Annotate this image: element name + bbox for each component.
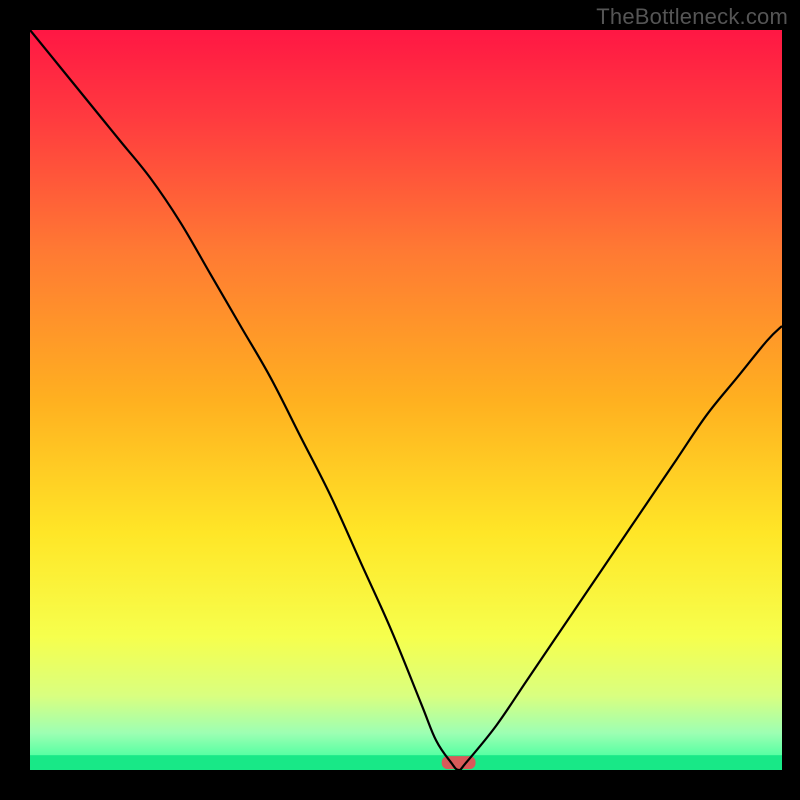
bottleneck-chart: TheBottleneck.com [0, 0, 800, 800]
green-baseline-band [30, 755, 782, 770]
plot-background [30, 30, 782, 770]
chart-svg [0, 0, 800, 800]
watermark-text: TheBottleneck.com [596, 4, 788, 30]
